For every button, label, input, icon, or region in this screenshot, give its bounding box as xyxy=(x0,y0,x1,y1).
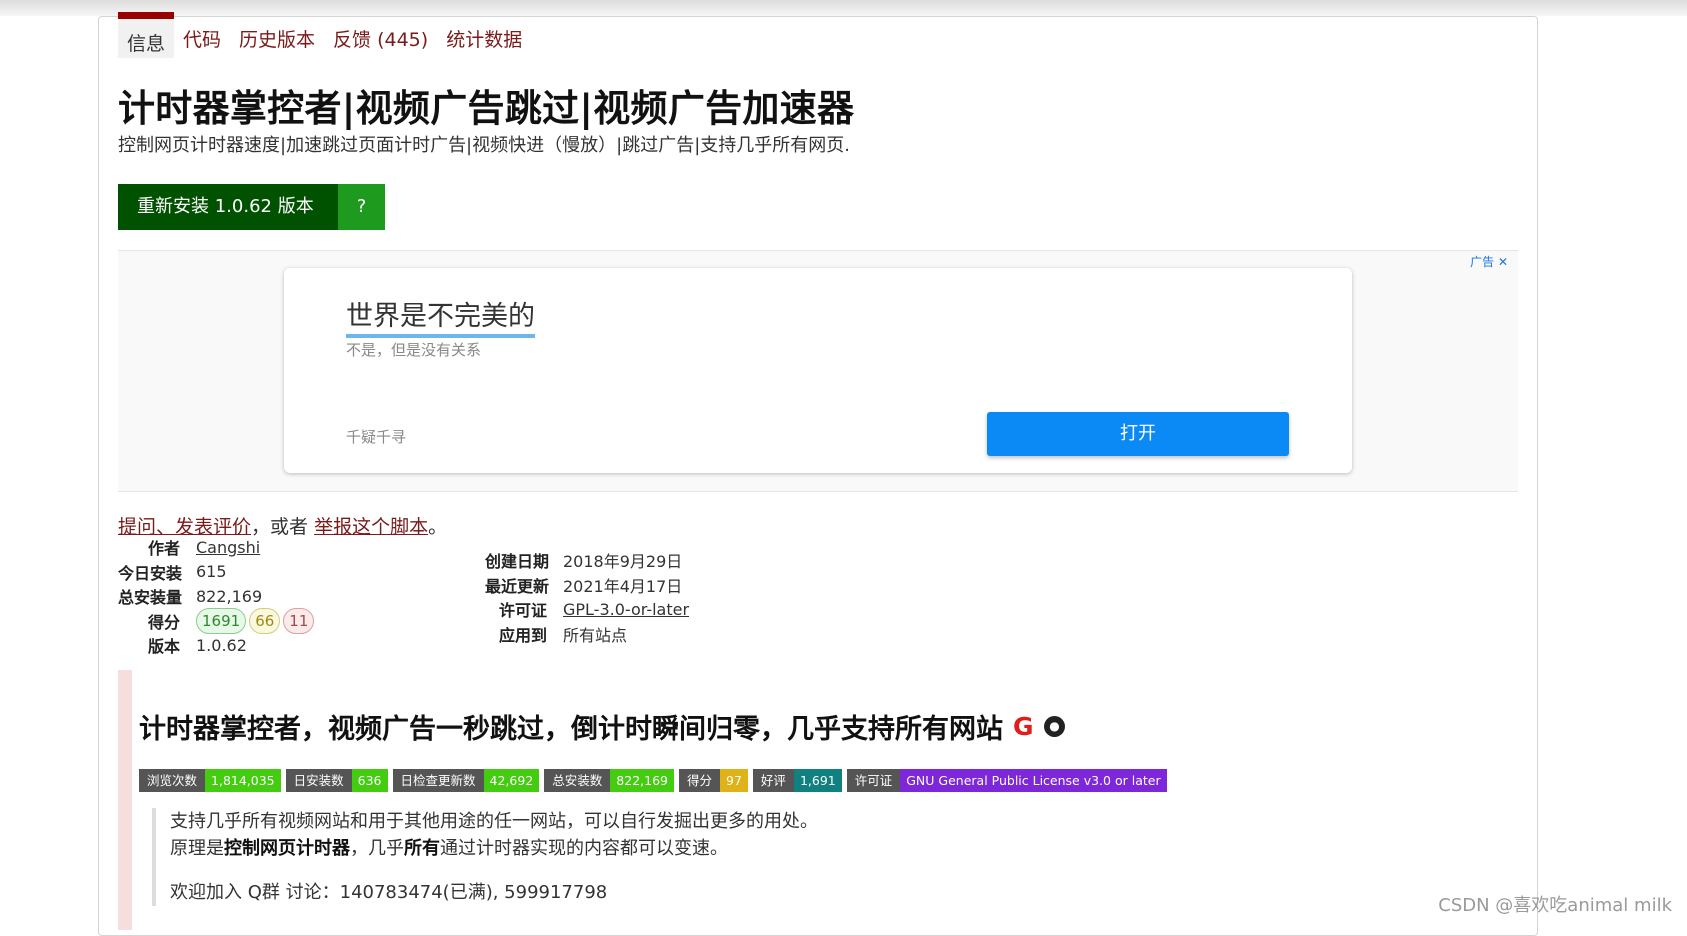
ad-label: 广告 xyxy=(1470,255,1495,269)
meta-version: 版本 1.0.62 xyxy=(118,633,317,658)
score-label: 得分 xyxy=(147,612,180,632)
tab-stats[interactable]: 统计数据 xyxy=(437,12,531,58)
feedback-end: 。 xyxy=(428,516,448,538)
total-installs-label: 总安装量 xyxy=(118,588,183,608)
line2-part-e: 通过计时器实现的内容都可以变速。 xyxy=(440,838,728,859)
version-value: 1.0.62 xyxy=(196,635,247,655)
meta-author: 作者 Cangshi xyxy=(118,535,317,560)
line2-bold-b: 控制网页计时器 xyxy=(224,838,350,859)
report-script-link[interactable]: 举报这个脚本 xyxy=(314,516,428,538)
tab-info[interactable]: 信息 xyxy=(118,12,175,58)
score-ok-badge: 66 xyxy=(249,607,281,634)
install-button[interactable]: 重新安装 1.0.62 版本 xyxy=(118,184,338,230)
line2-part-a: 原理是 xyxy=(170,838,224,859)
badge-value: 636 xyxy=(351,769,388,792)
created-value: 2018年9月29日 xyxy=(563,552,683,572)
badge-value: 1,691 xyxy=(793,769,842,792)
version-label: 版本 xyxy=(147,637,180,657)
tab-history[interactable]: 历史版本 xyxy=(230,12,324,58)
close-icon[interactable]: ✕ xyxy=(1498,255,1508,269)
description-heading: 计时器掌控者，视频广告一秒跳过，倒计时瞬间归零，几乎支持所有网站 G ● xyxy=(139,707,1065,746)
ad-headline[interactable]: 世界是不完美的 xyxy=(346,294,535,338)
badge-value: 822,169 xyxy=(610,769,674,792)
advertisement: 广告 ✕ 世界是不完美的 不是，但是没有关系 千疑千寻 打开 xyxy=(118,250,1518,492)
badge-label: 浏览次数 xyxy=(139,769,206,792)
additional-info-sidebar xyxy=(118,670,132,930)
install-help-button[interactable]: ? xyxy=(338,184,385,230)
description-line-2: 原理是控制网页计时器，几乎所有通过计时器实现的内容都可以变速。 xyxy=(170,835,818,862)
badge-value: 42,692 xyxy=(483,769,540,792)
script-title: 计时器掌控者|视频广告跳过|视频广告加速器 xyxy=(118,87,855,130)
meta-license: 许可证 GPL-3.0-or-later xyxy=(485,597,689,622)
shield-badge[interactable]: 好评 1,691 xyxy=(752,769,842,792)
ad-open-button[interactable]: 打开 xyxy=(987,412,1289,456)
score-bad-badge: 11 xyxy=(283,607,315,634)
meta-score: 得分 1691 66 11 xyxy=(118,607,317,634)
meta-left: 作者 Cangshi 今日安装 615 总安装量 822,169 得分 1691… xyxy=(118,535,317,658)
meta-applies-to: 应用到 所有站点 xyxy=(485,622,689,647)
line2-part-c: ，几乎 xyxy=(350,838,404,859)
description-title: 计时器掌控者，视频广告一秒跳过，倒计时瞬间归零，几乎支持所有网站 xyxy=(139,714,1003,745)
daily-installs-value: 615 xyxy=(196,562,227,582)
shield-badge[interactable]: 浏览次数 1,814,035 xyxy=(139,769,281,792)
greasyfork-icon[interactable]: G xyxy=(1013,714,1037,739)
applies-value: 所有站点 xyxy=(563,625,628,645)
updated-label: 最近更新 xyxy=(485,576,550,596)
daily-installs-label: 今日安装 xyxy=(118,563,183,583)
shield-badge[interactable]: 得分 97 xyxy=(679,769,748,792)
badge-label: 日检查更新数 xyxy=(392,769,484,792)
description-quote: 支持几乎所有视频网站和用于其他用途的任一网站，可以自行发掘出更多的用处。 原理是… xyxy=(152,808,818,906)
tab-feedback[interactable]: 反馈 (445) xyxy=(324,12,437,58)
meta-created: 创建日期 2018年9月29日 xyxy=(485,548,689,573)
additional-info: 计时器掌控者，视频广告一秒跳过，倒计时瞬间归零，几乎支持所有网站 G ● 浏览次… xyxy=(118,670,1538,930)
meta-total-installs: 总安装量 822,169 xyxy=(118,584,317,609)
badge-label: 得分 xyxy=(679,769,721,792)
badge-label: 总安装数 xyxy=(544,769,611,792)
meta-updated: 最近更新 2021年4月17日 xyxy=(485,573,689,598)
total-installs-value: 822,169 xyxy=(196,586,263,606)
ad-source: 千疑千寻 xyxy=(346,428,407,446)
license-link[interactable]: GPL-3.0-or-later xyxy=(563,600,689,619)
line2-bold-d: 所有 xyxy=(404,838,440,859)
watermark: CSDN @喜欢吃animal milk xyxy=(1438,895,1672,916)
created-label: 创建日期 xyxy=(485,552,550,572)
shield-badge[interactable]: 日检查更新数 42,692 xyxy=(392,769,540,792)
author-label: 作者 xyxy=(147,539,180,559)
ad-card[interactable]: 世界是不完美的 不是，但是没有关系 千疑千寻 打开 xyxy=(284,268,1352,473)
badge-label: 日安装数 xyxy=(285,769,352,792)
updated-value: 2021年4月17日 xyxy=(563,576,683,596)
shield-badge[interactable]: 许可证 GNU General Public License v3.0 or la… xyxy=(846,769,1167,792)
script-subtitle: 控制网页计时器速度|加速跳过页面计时广告|视频快进（慢放）|跳过广告|支持几乎所… xyxy=(118,135,850,156)
badge-value: 97 xyxy=(720,769,748,792)
meta-right: 创建日期 2018年9月29日 最近更新 2021年4月17日 许可证 GPL-… xyxy=(485,548,689,646)
description-line-1: 支持几乎所有视频网站和用于其他用途的任一网站，可以自行发掘出更多的用处。 xyxy=(170,811,818,832)
badge-value: GNU General Public License v3.0 or later xyxy=(900,769,1167,792)
score-good-badge: 1691 xyxy=(196,607,247,634)
license-label: 许可证 xyxy=(498,601,547,621)
ad-tag[interactable]: 广告 ✕ xyxy=(1470,253,1508,270)
shield-badge[interactable]: 总安装数 822,169 xyxy=(544,769,674,792)
badge-label: 许可证 xyxy=(846,769,901,792)
github-icon[interactable]: ● xyxy=(1044,716,1065,737)
description-line-3: 欢迎加入 Q群 讨论：140783474(已满), 599917798 xyxy=(170,882,608,903)
shield-badge[interactable]: 日安装数 636 xyxy=(285,769,388,792)
ad-description: 不是，但是没有关系 xyxy=(346,341,482,359)
badge-row: 浏览次数 1,814,035 日安装数 636 日检查更新数 42,692 总安装数 822,… xyxy=(139,769,1167,792)
meta-daily-installs: 今日安装 615 xyxy=(118,560,317,585)
tab-code[interactable]: 代码 xyxy=(174,12,230,58)
install-button-group: 重新安装 1.0.62 版本 ? xyxy=(118,184,385,230)
author-link[interactable]: Cangshi xyxy=(196,538,260,557)
script-tabs: 信息 代码 历史版本 反馈 (445) 统计数据 xyxy=(118,12,531,58)
badge-label: 好评 xyxy=(752,769,794,792)
applies-label: 应用到 xyxy=(498,625,547,645)
badge-value: 1,814,035 xyxy=(205,769,281,792)
